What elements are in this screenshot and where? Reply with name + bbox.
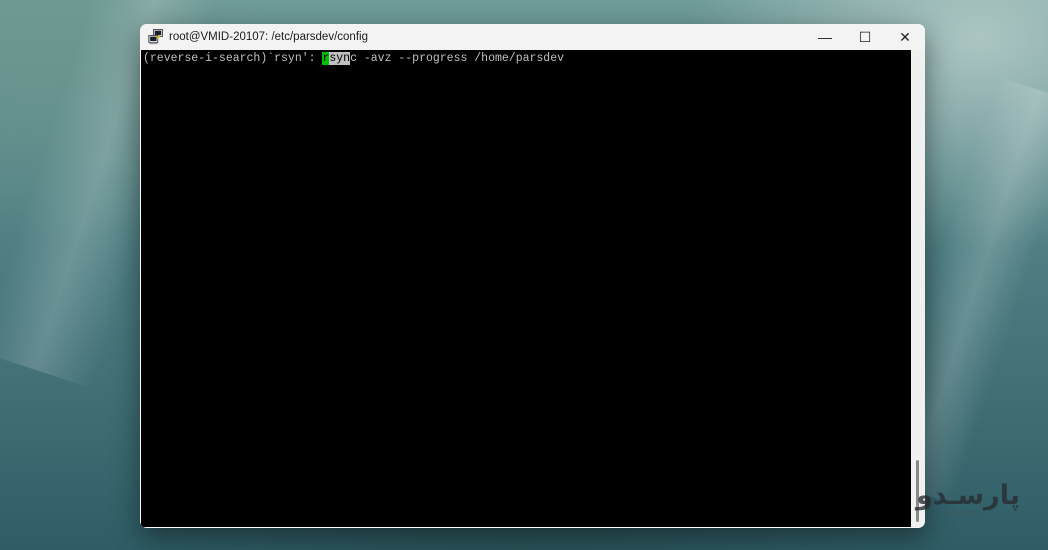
terminal-line: (reverse-i-search)`rsyn': rsync -avz --p… — [143, 52, 564, 66]
command-rest: c -avz --progress /home/parsdev — [350, 52, 564, 65]
terminal-window: root@VMID-20107: /etc/parsdev/config — ☐… — [140, 24, 925, 528]
window-title: root@VMID-20107: /etc/parsdev/config — [169, 31, 368, 43]
close-icon: ✕ — [899, 28, 911, 45]
maximize-icon: ☐ — [858, 28, 872, 45]
watermark-persian-text: پارسـدو — [916, 480, 1020, 511]
maximize-button[interactable]: ☐ — [845, 24, 885, 50]
terminal-screen[interactable]: (reverse-i-search)`rsyn': rsync -avz --p… — [141, 50, 911, 527]
title-bar[interactable]: root@VMID-20107: /etc/parsdev/config — ☐… — [140, 24, 925, 50]
watermark-latin-text: PARSDEV — [944, 510, 984, 518]
minimize-button[interactable]: — — [805, 24, 845, 50]
window-controls: — ☐ ✕ — [805, 24, 925, 50]
search-prompt: (reverse-i-search)`rsyn': — [143, 52, 323, 65]
parsdev-watermark-logo: پارسـدو PARSDEV — [916, 480, 1020, 520]
terminal-scrollbar[interactable] — [911, 50, 925, 527]
putty-icon[interactable] — [148, 29, 164, 45]
minimize-icon: — — [818, 29, 832, 45]
search-match: syn — [329, 52, 351, 65]
close-button[interactable]: ✕ — [885, 24, 925, 50]
